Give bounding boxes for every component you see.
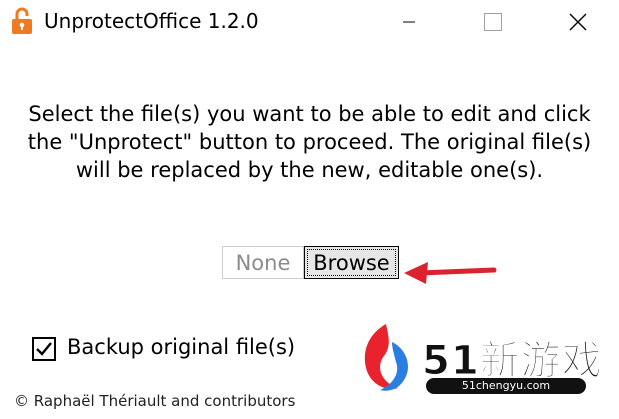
credits-text: © Raphaël Thériault and contributors xyxy=(14,392,296,410)
close-button[interactable] xyxy=(555,0,601,44)
title-bar[interactable]: UnprotectOffice 1.2.0 xyxy=(0,0,619,44)
maximize-icon xyxy=(484,13,502,31)
minimize-icon xyxy=(403,21,415,23)
watermark: 51新游戏 51chengyu.com xyxy=(352,320,602,400)
none-button[interactable]: None xyxy=(222,246,304,279)
checkmark-icon xyxy=(36,342,52,356)
instructions-text: Select the file(s) you want to be able t… xyxy=(0,100,619,184)
watermark-url: 51chengyu.com xyxy=(426,378,586,394)
window-title: UnprotectOffice 1.2.0 xyxy=(44,9,259,33)
minimize-button[interactable] xyxy=(386,0,432,44)
backup-checkbox[interactable] xyxy=(32,337,56,361)
app-window: UnprotectOffice 1.2.0 Select the file(s)… xyxy=(0,0,619,419)
watermark-logo-icon xyxy=(364,324,408,391)
backup-checkbox-label[interactable]: Backup original file(s) xyxy=(67,335,295,359)
instructions-line: will be replaced by the new, editable on… xyxy=(75,158,544,182)
instructions-line: Select the file(s) you want to be able t… xyxy=(28,102,591,126)
maximize-button[interactable] xyxy=(470,0,516,44)
browse-button[interactable]: Browse xyxy=(304,246,399,279)
instructions-line: the "Unprotect" button to proceed. The o… xyxy=(27,130,592,154)
unlocked-padlock-icon xyxy=(12,7,32,34)
close-icon xyxy=(569,13,587,31)
annotation-arrow xyxy=(404,262,497,284)
